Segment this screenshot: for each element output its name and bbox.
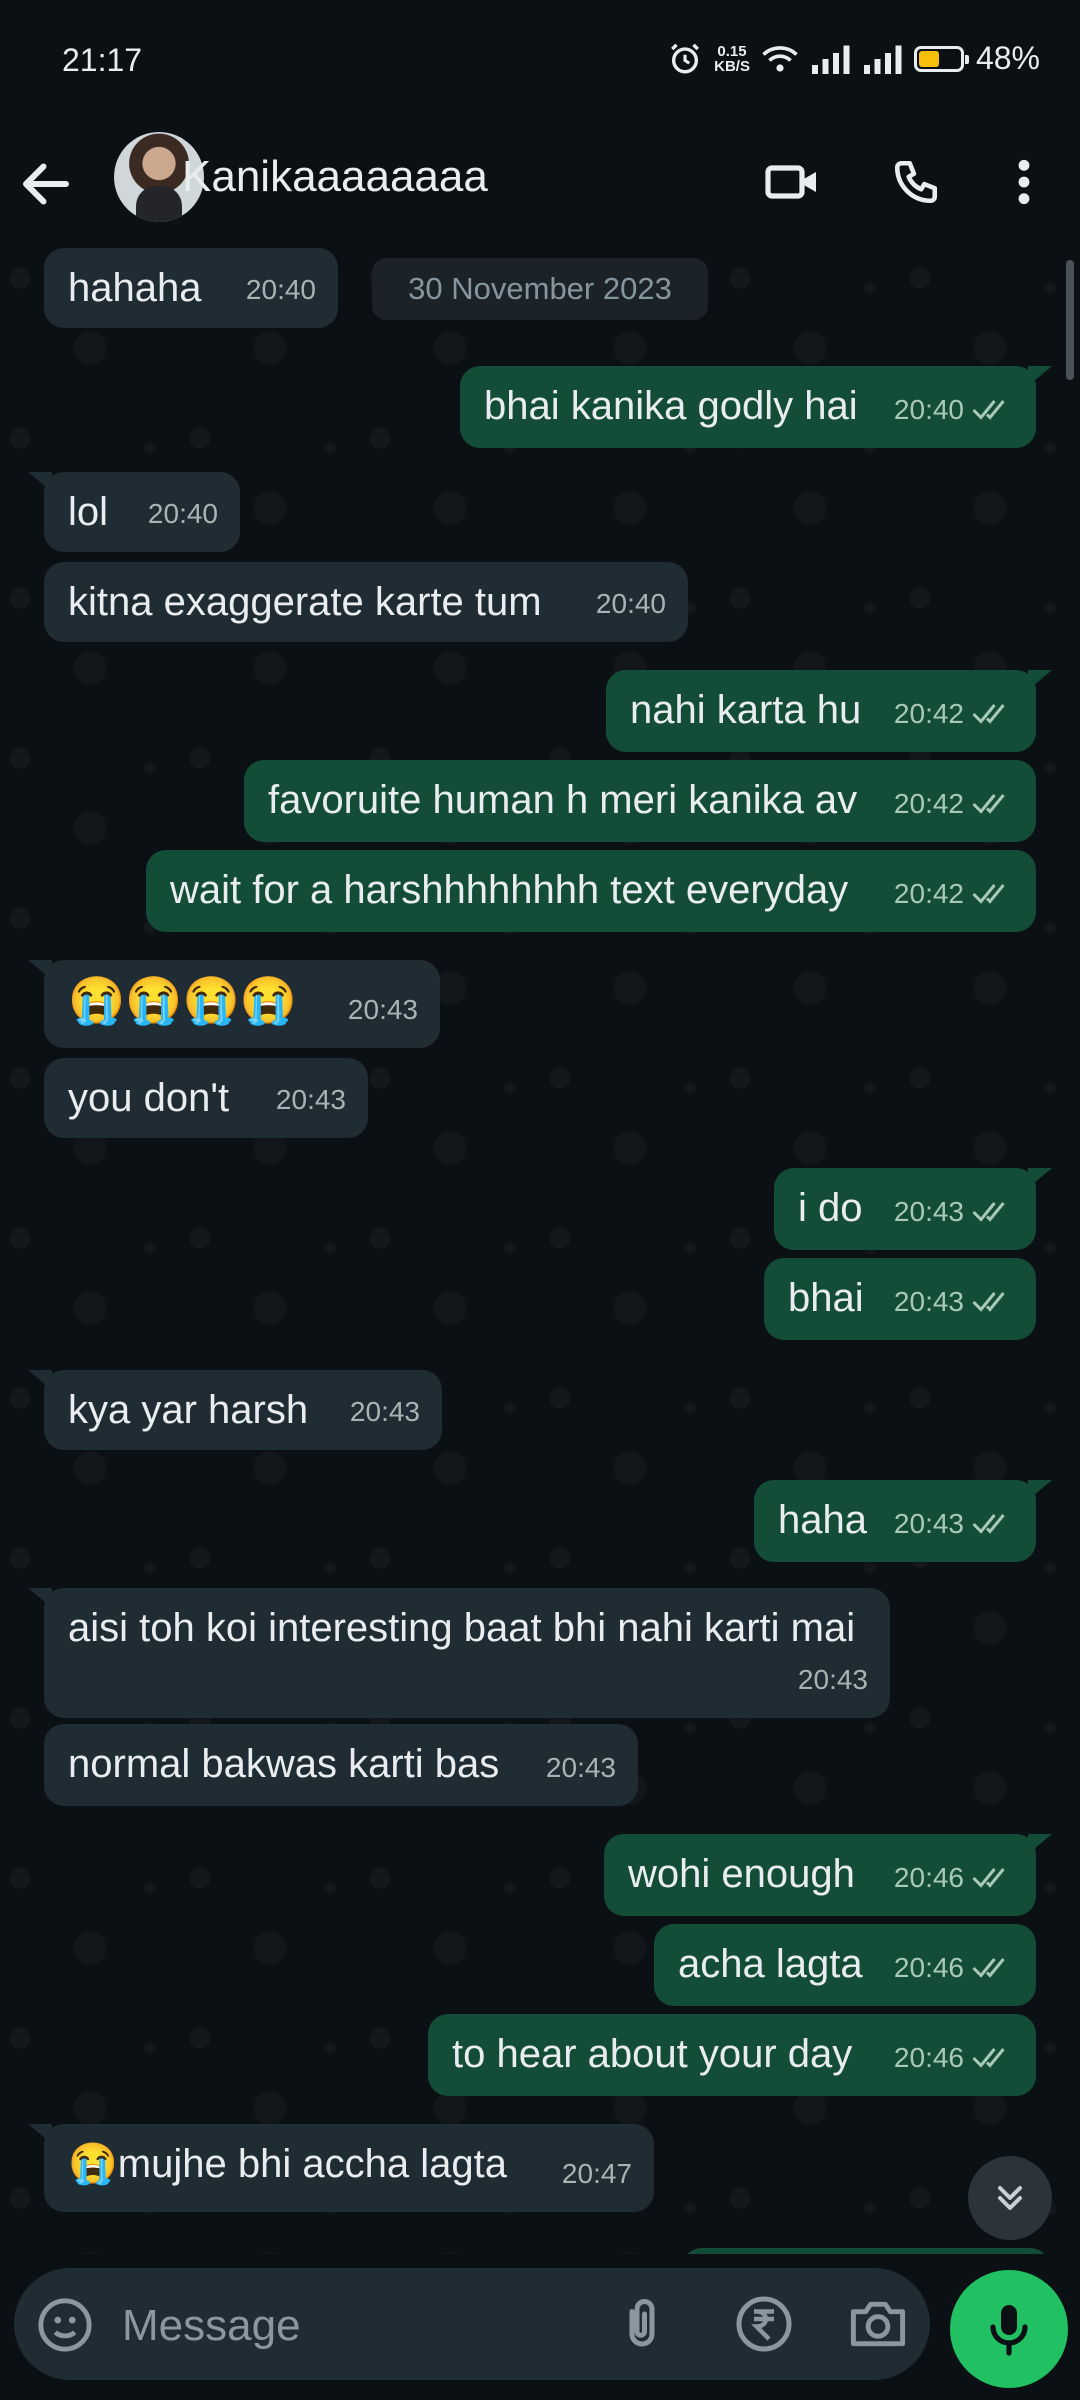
message-time: 20:43: [545, 1752, 616, 1783]
status-time: 21:17: [62, 42, 143, 78]
message-incoming[interactable]: 😭😭😭😭 20:43: [28, 960, 440, 1048]
message-time: 20:43: [893, 1286, 964, 1317]
message-time: 20:40: [147, 498, 218, 529]
battery-icon: [913, 45, 969, 72]
date-chip: 30 November 2023: [372, 258, 708, 320]
message-time: 20:43: [893, 1196, 964, 1227]
video-call-icon[interactable]: [760, 150, 824, 214]
message-time: 20:40: [595, 588, 666, 619]
microphone-icon: [990, 2305, 1028, 2356]
message-time: 20:47: [561, 2158, 632, 2189]
message-text: 😭mujhe bhi accha lagta: [68, 2142, 507, 2186]
message-text: bhai kanika godly hai: [484, 384, 858, 428]
voice-message-button[interactable]: [950, 2270, 1068, 2388]
message-time: 20:42: [893, 878, 964, 909]
battery-percent: 48%: [975, 40, 1040, 76]
back-arrow-icon[interactable]: [16, 154, 76, 214]
message-text: hahaha: [68, 266, 202, 310]
double-check-icon: [972, 1514, 1005, 1534]
chat-header: Kanikaaaaaaaa: [0, 120, 1080, 249]
message-time: 20:42: [893, 698, 964, 729]
message-text: bhai: [788, 1276, 864, 1320]
message-outgoing[interactable]: acha lagta 20:46: [654, 1924, 1036, 2006]
message-outgoing[interactable]: haha 20:43: [754, 1480, 1052, 1562]
contact-name[interactable]: Kanikaaaaaaaa: [182, 152, 488, 202]
chat-area[interactable]: 30 November 2023 hahaha 20:40 bhai kanik…: [0, 248, 1080, 2254]
message-incoming[interactable]: aisi toh koi interesting baat bhi nahi k…: [28, 1588, 890, 1718]
message-time: 20:46: [893, 1952, 964, 1983]
alarm-icon: [671, 43, 700, 73]
more-options-icon[interactable]: [992, 150, 1056, 214]
signal-icon-2: [863, 45, 902, 74]
message-outgoing[interactable]: wait for a harshhhhhhhh text everyday 20…: [146, 850, 1036, 932]
double-check-icon: [972, 1202, 1005, 1222]
message-time: 20:40: [245, 274, 316, 305]
message-time: 20:46: [893, 1862, 964, 1893]
message-outgoing[interactable]: i do 20:43: [774, 1168, 1052, 1250]
message-outgoing[interactable]: to hear about your day 20:46: [428, 2014, 1036, 2096]
message-text: favoruite human h meri kanika av: [268, 778, 858, 822]
status-bar: 21:17 0.15 KB/S 48%: [0, 0, 1080, 120]
message-incoming[interactable]: kya yar harsh 20:43: [28, 1370, 442, 1450]
message-text: normal bakwas karti bas: [68, 1742, 500, 1786]
network-speed: 0.15 KB/S: [714, 42, 750, 75]
message-text: acha lagta: [678, 1942, 863, 1986]
message-text: 😭😭😭😭: [68, 974, 298, 1026]
message-input[interactable]: [120, 2298, 604, 2354]
message-time: 20:43: [893, 1508, 964, 1539]
message-time: 20:42: [893, 788, 964, 819]
message-time: 20:40: [893, 394, 964, 425]
message-incoming[interactable]: normal bakwas karti bas 20:43: [44, 1724, 638, 1806]
chat-scrollbar[interactable]: [1066, 260, 1074, 380]
message-text: wohi enough: [628, 1852, 855, 1896]
attach-icon[interactable]: [612, 2294, 672, 2354]
double-check-icon: [972, 1292, 1005, 1312]
message-incoming[interactable]: 😭mujhe bhi accha lagta 20:47: [28, 2124, 654, 2212]
double-chevron-down-icon: [998, 2186, 1022, 2210]
message-time: 20:43: [275, 1084, 346, 1115]
message-incoming[interactable]: kitna exaggerate karte tum 20:40: [44, 562, 688, 642]
message-text: nahi karta hu: [630, 688, 862, 732]
message-text: you don't: [68, 1076, 230, 1120]
message-text: i do: [798, 1186, 863, 1230]
message-incoming[interactable]: hahaha 20:40: [44, 248, 338, 328]
message-text: kitna exaggerate karte tum: [68, 580, 542, 624]
double-check-icon: [972, 1958, 1005, 1978]
message-text: kya yar harsh: [68, 1388, 309, 1432]
status-icons: 0.15 KB/S 48%: [668, 40, 1040, 77]
message-text: wait for a harshhhhhhhh text everyday: [170, 868, 849, 912]
double-check-icon: [972, 400, 1005, 420]
wifi-icon: [762, 45, 798, 72]
composer-box: [14, 2268, 930, 2380]
camera-icon[interactable]: [846, 2294, 910, 2354]
double-check-icon: [972, 1868, 1005, 1888]
payment-rupee-icon[interactable]: [734, 2294, 794, 2354]
message-outgoing[interactable]: favoruite human h meri kanika av 20:42: [244, 760, 1036, 842]
message-text: aisi toh koi interesting baat bhi nahi k…: [68, 1606, 856, 1650]
message-incoming[interactable]: you don't 20:43: [44, 1058, 368, 1138]
message-composer: [0, 2254, 1080, 2400]
double-check-icon: [972, 2048, 1005, 2068]
message-incoming[interactable]: lol 20:40: [28, 472, 240, 552]
scroll-to-bottom-button[interactable]: [968, 2156, 1052, 2240]
message-time: 20:43: [347, 994, 418, 1025]
double-check-icon: [972, 704, 1005, 724]
message-text: haha: [778, 1498, 867, 1542]
message-outgoing[interactable]: bhai kanika godly hai 20:40: [460, 366, 1052, 448]
message-outgoing[interactable]: nahi karta hu 20:42: [606, 670, 1052, 752]
message-time: 20:43: [349, 1396, 420, 1427]
double-check-icon: [972, 794, 1005, 814]
sticker-icon[interactable]: [36, 2296, 94, 2354]
message-time: 20:46: [893, 2042, 964, 2073]
message-outgoing[interactable]: bhai 20:43: [764, 1258, 1036, 1340]
signal-icon: [811, 45, 850, 74]
double-check-icon: [972, 884, 1005, 904]
message-time: 20:43: [797, 1664, 868, 1695]
phone-icon[interactable]: [884, 150, 948, 214]
message-outgoing[interactable]: wohi enough 20:46: [604, 1834, 1052, 1916]
message-text: lol: [68, 490, 109, 534]
message-text: to hear about your day: [452, 2032, 853, 2076]
